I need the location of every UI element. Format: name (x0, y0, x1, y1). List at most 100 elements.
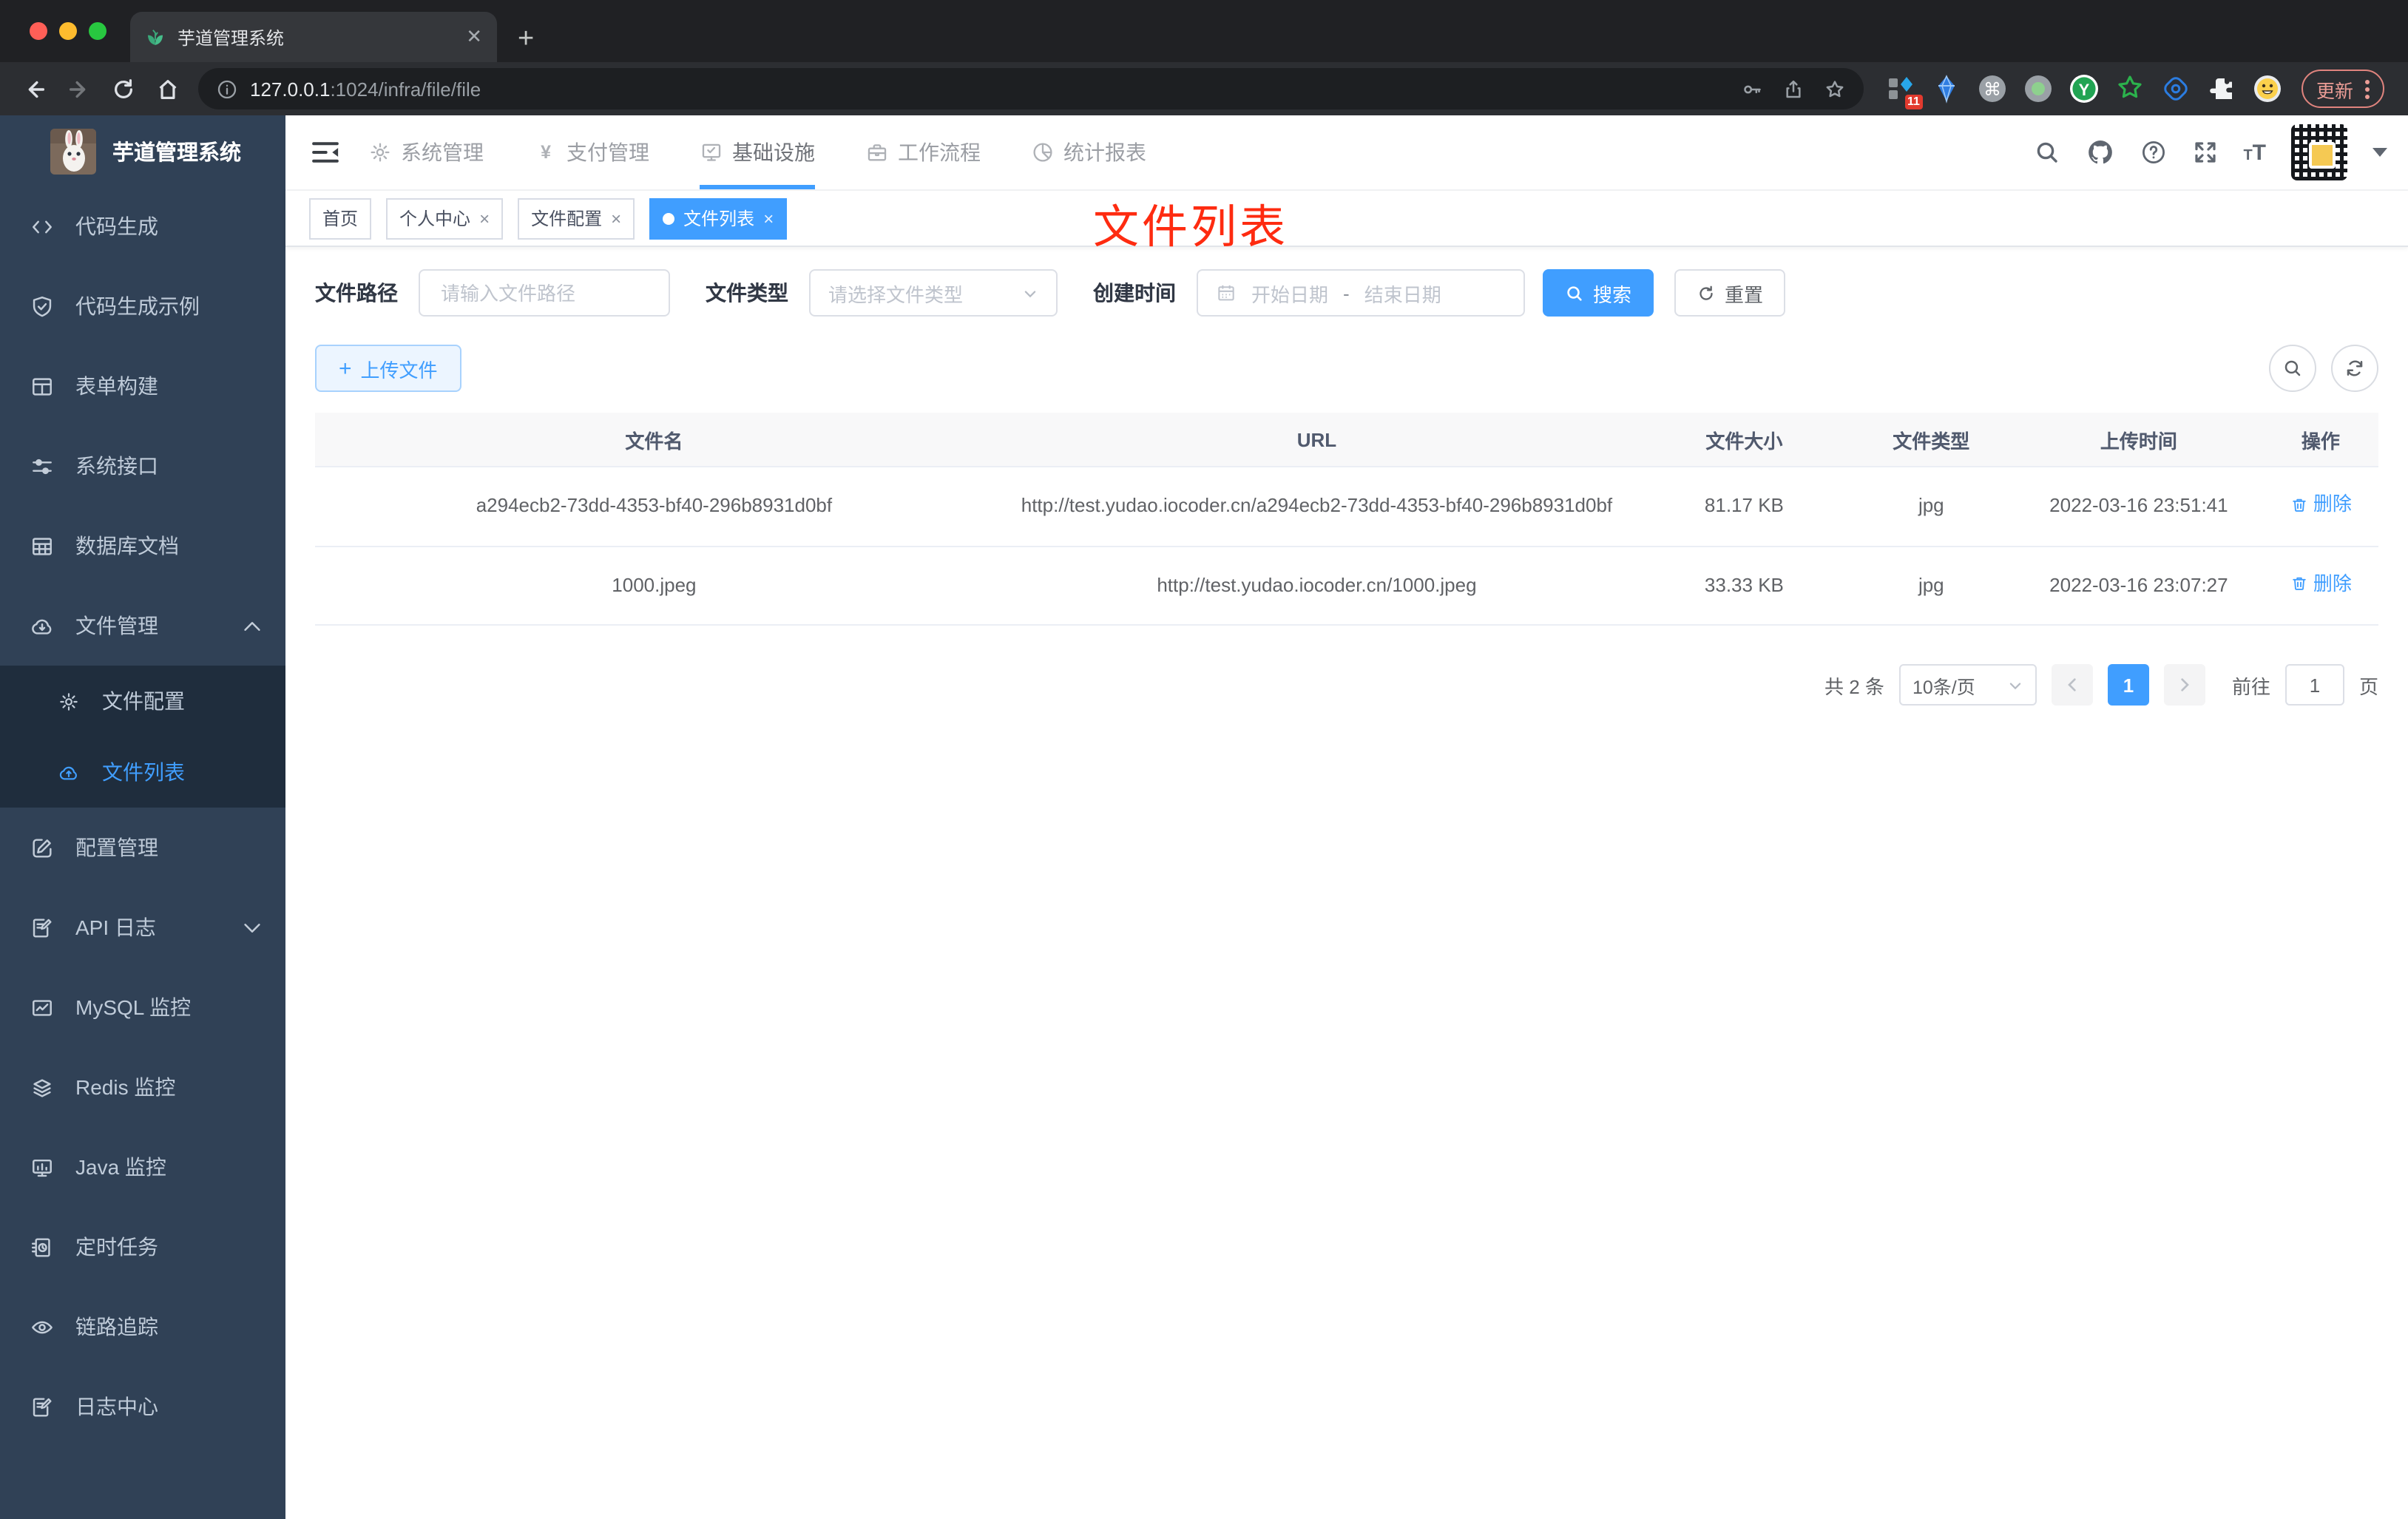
sidebar-logo-row[interactable]: 芋道管理系统 (0, 115, 285, 186)
sidebar-item-label: MySQL 监控 (75, 995, 192, 1019)
search-icon (2282, 358, 2303, 379)
tag-close-icon[interactable]: × (611, 208, 621, 229)
sidebar-item[interactable]: 数据库文档 (0, 506, 285, 586)
search-icon[interactable] (2033, 139, 2060, 166)
prev-page-button[interactable] (2051, 664, 2093, 706)
password-key-icon[interactable] (1741, 78, 1763, 100)
ext-y-circle-icon[interactable]: Y (2068, 72, 2100, 105)
top-menu-item[interactable]: 统计报表 (1031, 115, 1146, 189)
sidebar-item[interactable]: 文件管理 (0, 586, 285, 666)
ext-green-star-icon[interactable] (2114, 72, 2146, 105)
tag-label: 首页 (322, 209, 359, 229)
show-search-button[interactable] (2269, 345, 2316, 392)
sidebar-item[interactable]: 链路追踪 (0, 1287, 285, 1367)
tab-close-icon[interactable]: ✕ (466, 25, 482, 49)
extensions-puzzle-icon[interactable] (2205, 72, 2238, 105)
refresh-table-button[interactable] (2331, 345, 2378, 392)
file-path-input[interactable] (419, 269, 670, 317)
window-controls[interactable] (30, 22, 106, 40)
ext-emoji-icon[interactable] (2251, 72, 2284, 105)
tag-close-icon[interactable]: × (763, 208, 774, 229)
cell-file-type: jpg (1847, 467, 2015, 547)
start-date-placeholder[interactable]: 开始日期 (1251, 279, 1328, 307)
sidebar-item-label: 表单构建 (75, 374, 158, 398)
url-text[interactable]: 127.0.0.1:1024/infra/file/file (250, 78, 1729, 100)
site-info-icon[interactable] (216, 78, 238, 100)
tag-tab[interactable]: 个人中心 × (386, 197, 504, 239)
end-date-placeholder[interactable]: 结束日期 (1364, 279, 1441, 307)
home-icon[interactable] (148, 70, 186, 108)
delete-button[interactable]: 删除 (2290, 488, 2352, 521)
sidebar-item[interactable]: 代码生成 (0, 186, 285, 266)
upload-file-button[interactable]: + 上传文件 (315, 345, 461, 392)
file-type-select[interactable]: 请选择文件类型 (809, 269, 1058, 317)
github-icon[interactable] (2085, 138, 2114, 167)
file-table: 文件名 URL 文件大小 文件类型 上传时间 操作 a294ecb2-73dd-4353-… (315, 413, 2378, 626)
date-range-picker[interactable]: 开始日期 - 结束日期 (1197, 269, 1525, 317)
cell-file-name: 1000.jpeg (315, 546, 993, 626)
bookmark-star-icon[interactable] (1824, 78, 1846, 100)
ext-command-icon[interactable]: ⌘ (1976, 72, 2009, 105)
sidebar-item[interactable]: 代码生成示例 (0, 266, 285, 346)
ext-blue-eye-icon[interactable] (2160, 72, 2192, 105)
sidebar-item[interactable]: 系统接口 (0, 426, 285, 506)
sidebar-item[interactable]: 配置管理 (0, 808, 285, 887)
close-window-button[interactable] (30, 22, 47, 40)
edit-note-icon (30, 915, 55, 940)
tag-tab[interactable]: 文件配置 × (518, 197, 635, 239)
current-page-button[interactable]: 1 (2107, 664, 2149, 706)
tag-close-icon[interactable]: × (479, 208, 490, 229)
delete-button[interactable]: 删除 (2290, 567, 2352, 600)
sidebar-item[interactable]: API 日志 (0, 887, 285, 967)
sidebar-subitem[interactable]: 文件列表 (0, 737, 285, 808)
help-icon[interactable] (2140, 139, 2166, 166)
sidebar-item[interactable]: 表单构建 (0, 346, 285, 426)
browser-tab[interactable]: 芋道管理系统 ✕ (130, 12, 497, 62)
fullscreen-icon[interactable] (2191, 139, 2218, 166)
tags-bar: 首页 个人中心 × 文件配置 × 文件列表 × (285, 191, 2408, 247)
avatar-qr-code[interactable] (2291, 124, 2347, 180)
plus-icon: + (339, 356, 352, 381)
chevron-down-icon (240, 915, 265, 940)
svg-text:⌘: ⌘ (1983, 80, 2001, 100)
forward-icon[interactable] (59, 70, 98, 108)
back-icon[interactable] (15, 70, 53, 108)
svg-text:Y: Y (2079, 81, 2090, 99)
ext-gem-icon[interactable] (1930, 72, 1963, 105)
page-size-select[interactable]: 10条/页 (1898, 664, 2037, 706)
sidebar-item[interactable]: 日志中心 (0, 1367, 285, 1447)
top-menu-item[interactable]: 基础设施 (700, 115, 815, 189)
favicon-seedling-icon (145, 27, 166, 47)
share-icon[interactable] (1782, 78, 1805, 100)
sidebar-item[interactable]: 定时任务 (0, 1207, 285, 1287)
search-button[interactable]: 搜索 (1543, 269, 1654, 317)
sidebar-item[interactable]: Redis 监控 (0, 1047, 285, 1127)
kebab-menu-icon[interactable] (2365, 79, 2370, 98)
top-menu-item[interactable]: ¥ 支付管理 (534, 115, 649, 189)
collapse-sidebar-icon[interactable] (309, 136, 342, 169)
tag-tab[interactable]: 首页 (309, 197, 372, 239)
sidebar-item[interactable]: MySQL 监控 (0, 967, 285, 1047)
total-count: 共 2 条 (1824, 675, 1884, 698)
address-bar[interactable]: 127.0.0.1:1024/infra/file/file (198, 68, 1864, 109)
create-time-label: 创建时间 (1093, 281, 1176, 305)
font-size-icon[interactable]: TT (2243, 141, 2266, 163)
reset-button[interactable]: 重置 (1674, 269, 1786, 317)
tag-tab[interactable]: 文件列表 × (649, 197, 788, 239)
top-menu-label: 统计报表 (1063, 141, 1146, 164)
ext-grid-diamond-icon[interactable]: 11 (1884, 72, 1923, 109)
top-menu-item[interactable]: 系统管理 (368, 115, 484, 189)
sidebar-item[interactable]: Java 监控 (0, 1127, 285, 1207)
new-tab-button[interactable]: + (518, 25, 534, 53)
chevron-down-icon[interactable] (2373, 148, 2387, 157)
sidebar-subitem[interactable]: 文件配置 (0, 666, 285, 737)
minimize-window-button[interactable] (59, 22, 77, 40)
ext-green-dot-icon[interactable] (2022, 72, 2054, 105)
sidebar-item-label: 链路追踪 (75, 1315, 158, 1339)
zoom-window-button[interactable] (89, 22, 106, 40)
reload-icon[interactable] (104, 70, 142, 108)
browser-update-button[interactable]: 更新 (2301, 70, 2384, 108)
next-page-button[interactable] (2163, 664, 2205, 706)
top-menu-item[interactable]: 工作流程 (865, 115, 981, 189)
goto-page-input[interactable] (2284, 664, 2344, 706)
